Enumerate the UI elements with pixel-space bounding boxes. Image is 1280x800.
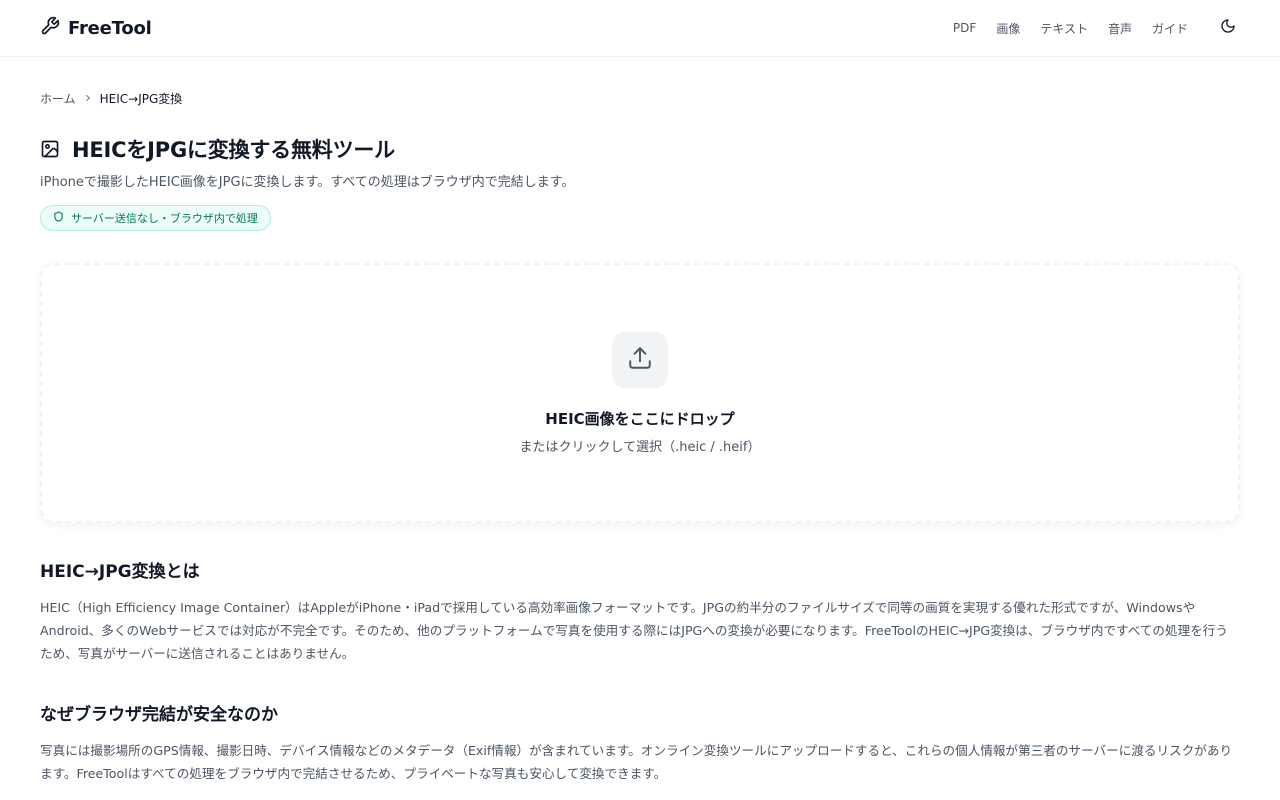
brand-name: FreeTool xyxy=(68,17,152,39)
dropzone-hint: またはクリックして選択（.heic / .heif） xyxy=(519,440,761,455)
nav-link-audio[interactable]: 音声 xyxy=(1108,20,1132,37)
page-subtitle: iPhoneで撮影したHEIC画像をJPGに変換します。すべての処理はブラウザ内… xyxy=(40,175,575,190)
privacy-badge-label: サーバー送信なし・ブラウザ内で処理 xyxy=(71,212,258,225)
moon-icon xyxy=(1220,18,1236,38)
breadcrumb-home-link[interactable]: ホーム xyxy=(40,90,76,107)
breadcrumb-current: HEIC→JPG変換 xyxy=(99,91,183,106)
section-body-safety: 写真には撮影場所のGPS情報、撮影日時、デバイス情報などのメタデータ（Exif情… xyxy=(40,743,1233,781)
page-title: HEICをJPGに変換する無料ツール xyxy=(72,138,395,162)
wrench-icon xyxy=(40,16,60,40)
section-heading-about: HEIC→JPG変換とは xyxy=(40,562,200,582)
upload-icon-container xyxy=(612,332,668,388)
privacy-badge: サーバー送信なし・ブラウザ内で処理 xyxy=(40,205,271,231)
brand-logo-link[interactable]: FreeTool xyxy=(40,16,152,40)
nav-link-text[interactable]: テキスト xyxy=(1040,20,1088,37)
chevron-right-icon xyxy=(83,93,93,103)
upload-icon xyxy=(627,345,653,375)
dropzone-title: HEIC画像をここにドロップ xyxy=(545,410,735,428)
nav-link-image[interactable]: 画像 xyxy=(996,20,1020,37)
image-icon xyxy=(40,139,60,159)
site-header: FreeTool PDF 画像 テキスト 音声 ガイド xyxy=(0,0,1280,57)
nav-link-guide[interactable]: ガイド xyxy=(1152,20,1188,37)
shield-icon xyxy=(53,211,64,225)
main-nav: PDF 画像 テキスト 音声 ガイド xyxy=(953,16,1240,40)
nav-link-pdf[interactable]: PDF xyxy=(953,21,976,35)
theme-toggle-button[interactable] xyxy=(1216,16,1240,40)
section-body-about: HEIC（High Efficiency Image Container）はAp… xyxy=(40,600,1228,661)
main-content: ホーム HEIC→JPG変換 HEICをJPGに変換する無料ツール iPhone… xyxy=(0,90,1280,785)
page-title-row: HEICをJPGに変換する無料ツール xyxy=(40,133,1240,165)
file-dropzone[interactable]: HEIC画像をここにドロップ またはクリックして選択（.heic / .heif… xyxy=(40,263,1240,523)
section-heading-safety: なぜブラウザ完結が安全なのか xyxy=(40,705,278,725)
breadcrumb: ホーム HEIC→JPG変換 xyxy=(40,90,1240,106)
